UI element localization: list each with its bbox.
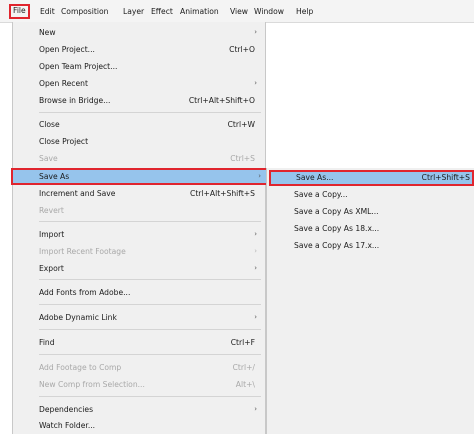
menu-item-close-project[interactable]: Close Project xyxy=(13,133,265,150)
menu-item-increment-and-save[interactable]: Increment and Save Ctrl+Alt+Shift+S xyxy=(13,185,265,202)
menubar-help[interactable]: Help xyxy=(295,5,314,19)
menu-item-new-comp-from-selection: New Comp from Selection... Alt+\ xyxy=(13,376,265,393)
chevron-right-icon: › xyxy=(254,247,257,255)
menu-item-open-team-project[interactable]: Open Team Project... xyxy=(13,58,265,75)
menu-item-adobe-dynamic-link[interactable]: Adobe Dynamic Link › xyxy=(13,309,265,326)
menu-item-label: Find xyxy=(39,338,55,347)
menu-item-import[interactable]: Import › xyxy=(13,226,265,243)
submenu-item-label: Save a Copy... xyxy=(294,190,348,199)
menu-item-open-recent[interactable]: Open Recent › xyxy=(13,75,265,92)
menubar-edit[interactable]: Edit xyxy=(39,5,56,19)
chevron-right-icon: › xyxy=(254,264,257,272)
menu-item-shortcut: Ctrl+F xyxy=(230,338,255,347)
menu-item-browse-in-bridge[interactable]: Browse in Bridge... Ctrl+Alt+Shift+O xyxy=(13,92,265,109)
submenu-item-label: Save a Copy As 18.x... xyxy=(294,224,380,233)
menu-item-label: Import xyxy=(39,230,65,239)
menu-item-new[interactable]: New › xyxy=(13,24,265,41)
menu-item-label: Export xyxy=(39,264,64,273)
submenu-item-label: Save a Copy As XML... xyxy=(294,207,379,216)
menu-item-add-footage-to-comp: Add Footage to Comp Ctrl+/ xyxy=(13,359,265,376)
menu-item-save: Save Ctrl+S xyxy=(13,150,265,167)
submenu-item-save-as[interactable]: Save As... Ctrl+Shift+S xyxy=(269,170,474,186)
menubar-effect[interactable]: Effect xyxy=(150,5,174,19)
menu-item-label: Save As xyxy=(39,172,70,181)
submenu-item-save-a-copy[interactable]: Save a Copy... xyxy=(267,187,474,203)
menu-separator xyxy=(39,279,261,280)
menu-item-shortcut: Ctrl+S xyxy=(230,154,255,163)
file-menu: New › Open Project... Ctrl+O Open Team P… xyxy=(11,22,269,434)
menu-item-label: Open Recent xyxy=(39,79,88,88)
menubar-file[interactable]: File xyxy=(9,4,30,19)
menu-item-label: Increment and Save xyxy=(39,189,116,198)
menu-item-save-as[interactable]: Save As › xyxy=(11,168,269,185)
menu-bar: File Edit Composition Layer Effect Anima… xyxy=(0,0,474,23)
menubar-view[interactable]: View xyxy=(229,5,249,19)
menu-item-shortcut: Ctrl+W xyxy=(227,120,255,129)
menu-item-label: Add Footage to Comp xyxy=(39,363,122,372)
menu-item-shortcut: Alt+\ xyxy=(235,380,255,389)
menu-item-shortcut: Ctrl+/ xyxy=(232,363,255,372)
menu-item-label: Import Recent Footage xyxy=(39,247,126,256)
menubar-composition[interactable]: Composition xyxy=(60,5,109,19)
chevron-right-icon: › xyxy=(254,313,257,321)
menu-item-shortcut: Ctrl+O xyxy=(229,45,255,54)
menu-item-shortcut: Ctrl+Alt+Shift+S xyxy=(190,189,255,198)
save-as-submenu: Save As... Ctrl+Shift+S Save a Copy... S… xyxy=(266,168,474,434)
menu-item-close[interactable]: Close Ctrl+W xyxy=(13,116,265,133)
menu-item-import-recent-footage: Import Recent Footage › xyxy=(13,243,265,260)
menu-separator xyxy=(39,396,261,397)
chevron-right-icon: › xyxy=(258,172,261,180)
menu-item-shortcut: Ctrl+Alt+Shift+O xyxy=(188,96,255,105)
menu-item-label: Dependencies xyxy=(39,405,94,414)
menu-item-watch-folder[interactable]: Watch Folder... xyxy=(13,417,265,434)
menu-item-label: Close xyxy=(39,120,60,129)
menu-item-label: New Comp from Selection... xyxy=(39,380,145,389)
submenu-item-label: Save As... xyxy=(296,173,334,182)
submenu-item-save-a-copy-as-17x[interactable]: Save a Copy As 17.x... xyxy=(267,238,474,254)
menu-item-open-project[interactable]: Open Project... Ctrl+O xyxy=(13,41,265,58)
menu-item-label: Watch Folder... xyxy=(39,421,96,430)
menubar-window[interactable]: Window xyxy=(253,5,285,19)
menu-item-add-fonts-from-adobe[interactable]: Add Fonts from Adobe... xyxy=(13,284,265,301)
menu-item-revert: Revert xyxy=(13,202,265,219)
menu-item-dependencies[interactable]: Dependencies › xyxy=(13,401,265,418)
menu-item-label: Save xyxy=(39,154,58,163)
menu-separator xyxy=(39,354,261,355)
menubar-animation[interactable]: Animation xyxy=(179,5,220,19)
chevron-right-icon: › xyxy=(254,405,257,413)
menu-item-label: Close Project xyxy=(39,137,89,146)
submenu-item-label: Save a Copy As 17.x... xyxy=(294,241,380,250)
menu-item-label: Add Fonts from Adobe... xyxy=(39,288,131,297)
menu-item-label: Revert xyxy=(39,206,64,215)
chevron-right-icon: › xyxy=(254,79,257,87)
menu-item-label: Open Team Project... xyxy=(39,62,118,71)
menu-separator xyxy=(39,221,261,222)
chevron-right-icon: › xyxy=(254,230,257,238)
menu-item-label: Browse in Bridge... xyxy=(39,96,111,105)
chevron-right-icon: › xyxy=(254,28,257,36)
menubar-layer[interactable]: Layer xyxy=(122,5,145,19)
menu-item-label: Adobe Dynamic Link xyxy=(39,313,117,322)
menu-item-export[interactable]: Export › xyxy=(13,260,265,277)
menu-item-label: New xyxy=(39,28,56,37)
submenu-item-save-a-copy-as-xml[interactable]: Save a Copy As XML... xyxy=(267,204,474,220)
menu-item-label: Open Project... xyxy=(39,45,95,54)
submenu-item-shortcut: Ctrl+Shift+S xyxy=(421,173,470,182)
menu-separator xyxy=(39,304,261,305)
menu-item-find[interactable]: Find Ctrl+F xyxy=(13,334,265,351)
menu-separator xyxy=(39,112,261,113)
menu-separator xyxy=(39,329,261,330)
submenu-item-save-a-copy-as-18x[interactable]: Save a Copy As 18.x... xyxy=(267,221,474,237)
